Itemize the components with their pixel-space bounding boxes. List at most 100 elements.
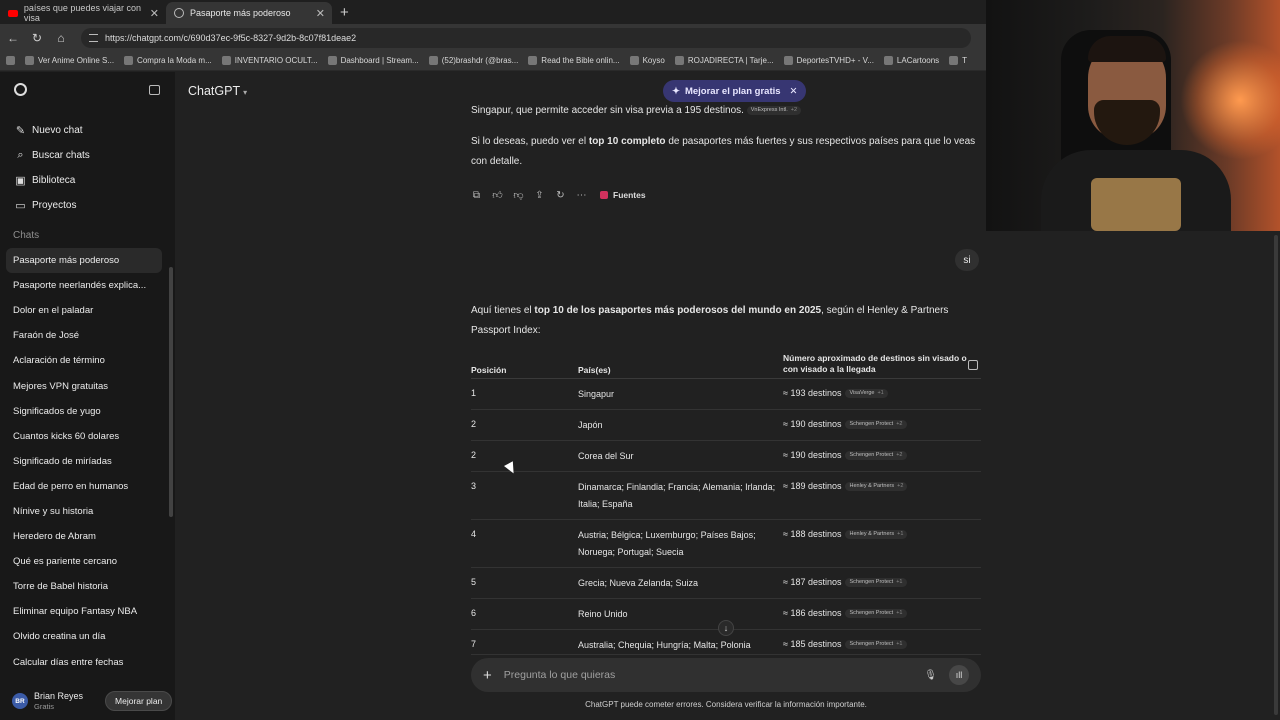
source-chip-count: +2: [897, 483, 904, 489]
regenerate-icon[interactable]: ↻: [555, 190, 566, 201]
sidebar-item-library[interactable]: ▣ Biblioteca: [8, 168, 160, 193]
apps-icon[interactable]: [6, 56, 15, 65]
source-chip[interactable]: Schengen Protect +2: [845, 420, 907, 429]
url-field[interactable]: https://chatgpt.com/c/690d37ec-9f5c-8327…: [81, 27, 971, 48]
share-icon[interactable]: ⇪: [534, 190, 545, 201]
sidebar-chat-item[interactable]: Calcular días entre fechas: [6, 650, 162, 675]
browser-tab-active[interactable]: Pasaporte más poderoso ✕: [166, 2, 332, 24]
sidebar-chat-item[interactable]: Cuantos kicks 60 dolares: [6, 424, 162, 449]
bookmark[interactable]: DeportesTVHD+ - V...: [783, 56, 874, 65]
site-info-icon[interactable]: [89, 33, 98, 42]
table-row: 2 Japón ≈ 190 destinos Schengen Protect +2: [471, 410, 981, 441]
home-icon[interactable]: ⌂: [55, 31, 67, 45]
position-cell: 4: [471, 529, 477, 539]
sidebar-item-search[interactable]: ⌕ Buscar chats: [8, 143, 160, 168]
sidebar-chat-item[interactable]: Eliminar equipo Fantasy NBA: [6, 599, 162, 624]
source-chip[interactable]: VnExpress Intl. +2: [746, 106, 802, 115]
sidebar-scrollbar[interactable]: [169, 267, 173, 517]
openai-logo-icon[interactable]: [14, 83, 27, 96]
sidebar-chat-item[interactable]: Pasaporte más poderoso: [6, 248, 162, 274]
scroll-down-button[interactable]: ↓: [718, 620, 734, 636]
microphone-icon[interactable]: 🎙︎: [924, 670, 937, 681]
bookmarks-bar: Ver Anime Online S... Compra la Moda m..…: [0, 51, 986, 71]
sidebar-chat-item[interactable]: Qué es pariente cercano: [6, 549, 162, 574]
bookmark[interactable]: Compra la Moda m...: [124, 56, 212, 65]
source-chip[interactable]: Schengen Protect +1: [845, 578, 907, 587]
close-icon[interactable]: ✕: [150, 7, 159, 20]
folder-icon: ▭: [15, 200, 26, 212]
destinations-cell: ≈ 187 destinos Schengen Protect +1: [783, 577, 981, 588]
countries-cell: Corea del Sur: [578, 451, 634, 461]
sidebar-chat-item[interactable]: Mejores VPN gratuitas: [6, 373, 162, 398]
sidebar-chat-item[interactable]: Torre de Babel historia: [6, 574, 162, 599]
bookmark-icon: [124, 56, 134, 65]
column-header: País(es): [578, 365, 611, 375]
sidebar-chat-item[interactable]: Aclaración de término: [6, 348, 162, 373]
source-chip[interactable]: Schengen Protect +2: [845, 451, 907, 460]
bookmark[interactable]: Koyso: [629, 56, 665, 65]
bookmark[interactable]: (52)brashdr (@bras...: [428, 56, 518, 65]
destinations-cell: ≈ 190 destinos Schengen Protect +2: [783, 419, 981, 430]
sidebar-toggle-icon[interactable]: [149, 84, 160, 95]
reload-icon[interactable]: ↻: [31, 31, 43, 45]
bookmark[interactable]: T: [949, 56, 967, 65]
thumbs-down-icon[interactable]: 👎︎: [513, 189, 524, 201]
source-chip-count: +1: [877, 390, 884, 396]
user-plan: Gratis: [34, 702, 55, 711]
destinations-value: ≈ 190 destinos: [783, 419, 842, 429]
user-message: si: [955, 249, 979, 271]
prompt-input[interactable]: Pregunta lo que quieras: [504, 669, 913, 681]
sidebar-chat-item[interactable]: Edad de perro en humanos: [6, 474, 162, 499]
source-chip-count: +1: [896, 610, 903, 616]
bookmark[interactable]: ROJADIRECTA | Tarje...: [674, 56, 774, 65]
source-chip[interactable]: Schengen Protect +1: [845, 609, 907, 618]
copy-icon[interactable]: ⧉: [471, 190, 482, 201]
plus-icon[interactable]: +: [483, 667, 492, 684]
sidebar-chat-item[interactable]: Nínive y su historia: [6, 499, 162, 524]
copy-table-icon[interactable]: [968, 360, 978, 370]
close-icon[interactable]: ✕: [790, 86, 798, 97]
bookmark[interactable]: Read the Bible onlin...: [528, 56, 620, 65]
source-chip[interactable]: Schengen Protect +1: [845, 640, 907, 649]
sidebar-chat-item[interactable]: Significados de yugo: [6, 399, 162, 424]
source-chip[interactable]: Henley & Partners +2: [845, 482, 908, 491]
bookmark[interactable]: INVENTARIO OCULT...: [221, 56, 318, 65]
sidebar-chat-item[interactable]: Significado de miríadas: [6, 449, 162, 474]
sidebar-chat-item[interactable]: Dolor en el paladar: [6, 298, 162, 323]
lamp-glow: [1180, 40, 1280, 160]
upgrade-promo-pill[interactable]: ✦ Mejorar el plan gratis ✕: [663, 80, 806, 102]
thumbs-up-icon[interactable]: 👍︎: [492, 189, 503, 201]
sidebar-chat-item[interactable]: Heredero de Abram: [6, 524, 162, 549]
sources-button[interactable]: Fuentes: [600, 190, 646, 200]
source-chip-count: +1: [896, 641, 903, 647]
upgrade-plan-button[interactable]: Mejorar plan: [105, 691, 173, 711]
table-row: 4 Austria; Bélgica; Luxemburgo; Países Ba…: [471, 520, 981, 568]
chatgpt-favicon-icon: [174, 8, 184, 18]
sidebar-item-projects[interactable]: ▭ Proyectos: [8, 193, 160, 218]
bookmark[interactable]: LACartoons: [883, 56, 939, 65]
avatar[interactable]: BR: [12, 693, 28, 709]
source-chip[interactable]: VisaVerge +1: [845, 389, 888, 398]
sidebar-chat-item[interactable]: Olvido creatina un día: [6, 624, 162, 649]
countries-cell: Dinamarca; Finlandia; Francia; Alemania;…: [578, 482, 776, 509]
sidebar-item-new-chat[interactable]: ✎ Nuevo chat: [8, 118, 160, 143]
model-selector[interactable]: ChatGPT ▾: [188, 84, 247, 98]
sidebar: ✎ Nuevo chat ⌕ Buscar chats ▣ Biblioteca ▭ P…: [0, 72, 175, 720]
close-icon[interactable]: ✕: [316, 7, 325, 20]
bookmark[interactable]: Dashboard | Stream...: [327, 56, 419, 65]
sidebar-chat-item[interactable]: Pasaporte neerlandés explica...: [6, 273, 162, 298]
user-panel[interactable]: BR Brian Reyes Gratis Mejorar plan: [0, 682, 175, 720]
page-scrollbar[interactable]: [1274, 235, 1278, 715]
voice-mode-icon[interactable]: ıll: [949, 665, 969, 685]
position-cell: 7: [471, 639, 477, 649]
back-icon[interactable]: ←: [7, 31, 19, 45]
sidebar-chat-item[interactable]: Faraón de José: [6, 323, 162, 348]
new-tab-icon[interactable]: +: [332, 4, 357, 24]
more-icon[interactable]: ⋯: [576, 190, 587, 201]
bookmark[interactable]: Ver Anime Online S...: [25, 56, 114, 65]
source-chip[interactable]: Henley & Partners +1: [845, 530, 908, 539]
source-chip-label: Schengen Protect: [849, 610, 894, 616]
position-cell: 2: [471, 419, 477, 429]
browser-tab[interactable]: países que puedes viajar con visa ✕: [0, 2, 166, 24]
chevron-down-icon: ▾: [243, 88, 248, 97]
